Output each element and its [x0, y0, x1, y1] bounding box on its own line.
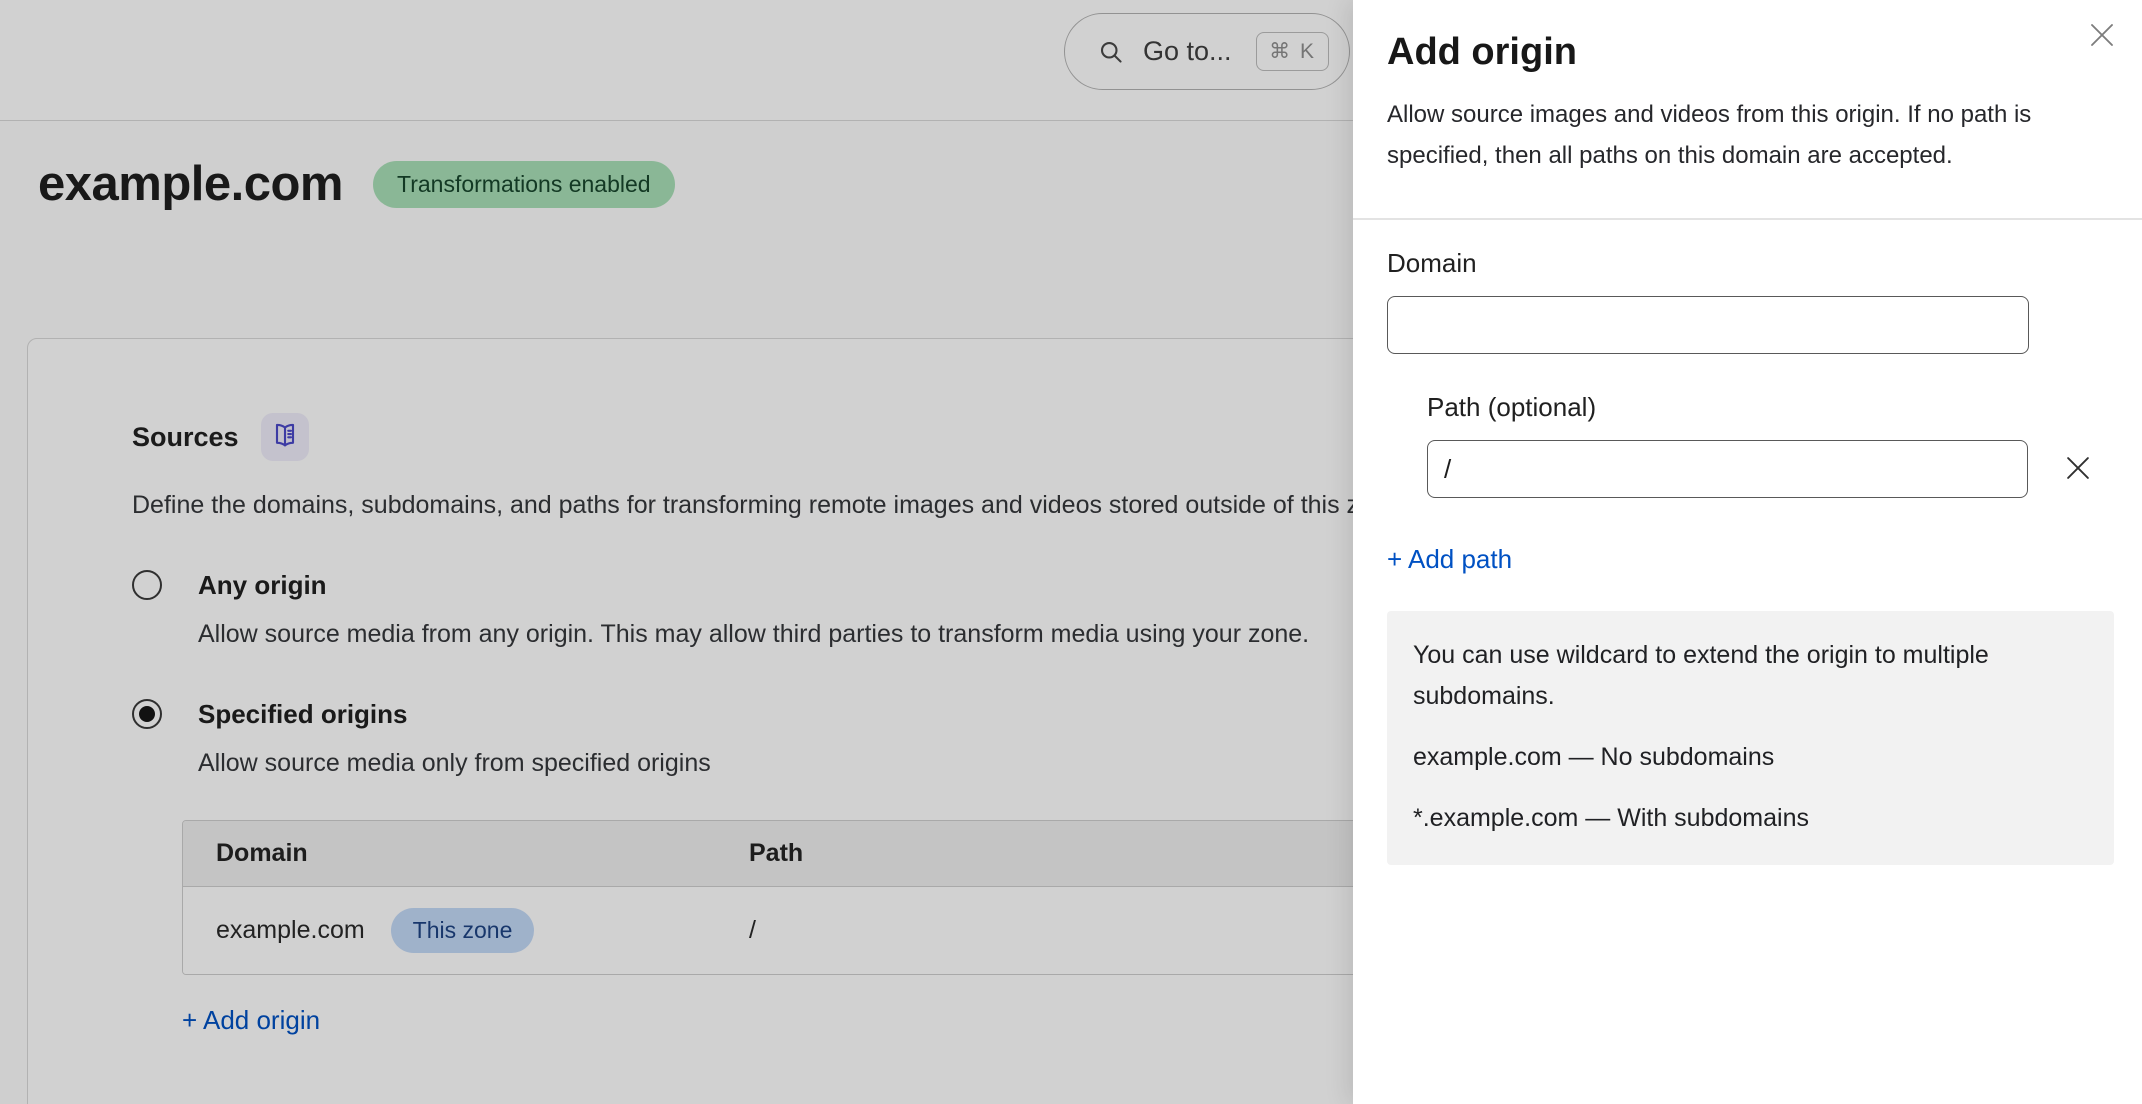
path-field-group: Path (optional): [1427, 390, 2108, 498]
remove-path-button[interactable]: [2056, 447, 2100, 491]
drawer-title: Add origin: [1387, 26, 2052, 78]
info-line-wildcard: You can use wildcard to extend the origi…: [1413, 635, 2078, 717]
add-path-link[interactable]: + Add path: [1387, 544, 1512, 575]
drawer-description: Allow source images and videos from this…: [1387, 94, 2087, 176]
wildcard-info-box: You can use wildcard to extend the origi…: [1387, 611, 2114, 865]
add-origin-drawer: Add origin Allow source images and video…: [1353, 0, 2142, 1104]
close-drawer-button[interactable]: [2080, 14, 2124, 58]
remove-x-icon: [2061, 451, 2095, 488]
drawer-body: Domain Path (optional) + Add path You ca…: [1353, 220, 2142, 865]
info-line-with-subdomains: *.example.com — With subdomains: [1413, 798, 2088, 839]
path-input[interactable]: [1427, 440, 2028, 498]
domain-input[interactable]: [1387, 296, 2029, 354]
drawer-header: Add origin Allow source images and video…: [1353, 0, 2142, 220]
domain-field-label: Domain: [1387, 246, 2108, 280]
path-field-label: Path (optional): [1427, 390, 2108, 424]
close-icon: [2086, 19, 2118, 54]
info-line-no-subdomains: example.com — No subdomains: [1413, 737, 2088, 778]
